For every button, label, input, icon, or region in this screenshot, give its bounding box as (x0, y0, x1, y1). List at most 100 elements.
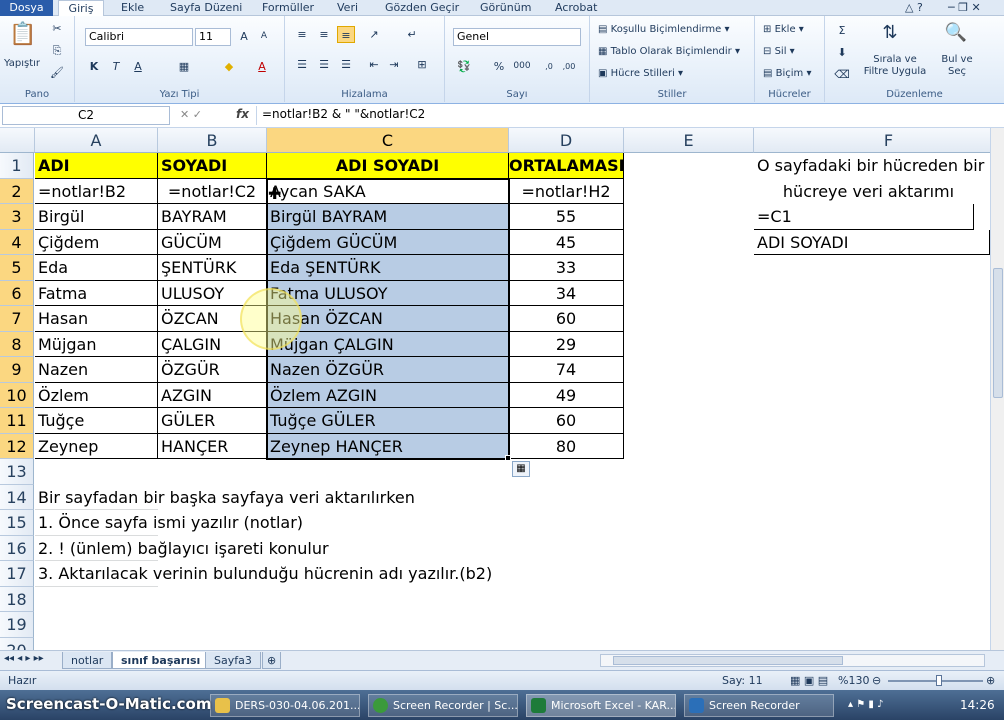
scroll-thumb[interactable] (993, 268, 1003, 398)
table-cell[interactable]: Hasan (35, 306, 158, 332)
delete-button[interactable]: ⊟ Sil ▾ (763, 46, 795, 58)
currency-icon[interactable]: 💱 (455, 58, 473, 75)
clear-icon[interactable]: ⌫ (833, 66, 851, 83)
decrease-indent-icon[interactable]: ⇤ (365, 56, 383, 73)
row-header[interactable]: 17 (0, 561, 34, 587)
italic-button[interactable]: T (107, 58, 125, 75)
insert-function-icon[interactable]: fx (236, 107, 249, 121)
zoom-out-icon[interactable]: ⊖ (872, 671, 881, 690)
active-cell[interactable]: Aycan SAKA (267, 178, 509, 204)
underline-button[interactable]: A (129, 58, 147, 75)
tab-veri[interactable]: Veri (337, 0, 358, 16)
table-cell[interactable]: AZGIN (158, 382, 267, 408)
table-cell[interactable]: Zeynep (35, 433, 158, 459)
row-header[interactable]: 7 (0, 306, 34, 332)
table-cell[interactable]: 74 (509, 357, 624, 383)
tab-gozden-gecir[interactable]: Gözden Geçir (385, 0, 459, 16)
formula-cell[interactable]: =notlar!C2 (158, 178, 267, 204)
align-right-icon[interactable]: ☰ (337, 56, 355, 73)
number-format-select[interactable]: Genel (453, 28, 581, 46)
table-cell[interactable]: 55 (509, 204, 624, 230)
note-text[interactable]: Bir sayfadan bir başka sayfaya veri akta… (35, 485, 415, 510)
row-header[interactable]: 6 (0, 280, 34, 306)
align-bottom-icon[interactable]: ≡ (337, 26, 355, 43)
taskbar-item[interactable]: Microsoft Excel - KAR... (526, 694, 676, 717)
table-cell[interactable]: Nazen (35, 357, 158, 383)
table-cell[interactable]: GÜCÜM (158, 229, 267, 255)
row-header[interactable]: 15 (0, 510, 34, 536)
table-cell[interactable]: BAYRAM (158, 204, 267, 230)
sheet-tab-notlar[interactable]: notlar (62, 652, 113, 669)
row-header[interactable]: 16 (0, 535, 34, 561)
taskbar-item[interactable]: Screen Recorder (684, 694, 834, 717)
tab-ekle[interactable]: Ekle (121, 0, 144, 16)
align-left-icon[interactable]: ☰ (293, 56, 311, 73)
table-cell[interactable]: 34 (509, 280, 624, 306)
table-cell[interactable]: Birgül BAYRAM (267, 204, 509, 230)
window-controls[interactable]: ─ ❐ ✕ (948, 0, 981, 16)
note-text[interactable]: O sayfadaki bir hücreden bir d (754, 153, 990, 179)
font-name-select[interactable]: Calibri (85, 28, 193, 46)
table-cell[interactable]: 49 (509, 382, 624, 408)
row-header[interactable]: 9 (0, 357, 34, 383)
formula-cancel-icon[interactable]: ✕ ✓ (180, 108, 202, 121)
format-button[interactable]: ▤ Biçim ▾ (763, 68, 812, 80)
formula-input[interactable]: =notlar!B2 & " "&notlar!C2 (256, 106, 986, 125)
header-cell[interactable]: ADI (35, 153, 158, 179)
shrink-font-icon[interactable]: A (255, 28, 273, 45)
row-header[interactable]: 1 (0, 153, 34, 179)
row-header[interactable]: 11 (0, 408, 34, 434)
row-header[interactable]: 18 (0, 586, 34, 612)
taskbar-item[interactable]: DERS-030-04.06.201... (210, 694, 360, 717)
align-top-icon[interactable]: ≡ (293, 26, 311, 43)
find-select-button[interactable]: Bul ve Seç (935, 54, 979, 78)
autosum-icon[interactable]: Σ (833, 22, 851, 39)
table-cell[interactable]: Müjgan (35, 331, 158, 357)
row-header[interactable]: 13 (0, 459, 34, 485)
note-text[interactable]: hücreye veri aktarımı (754, 179, 990, 205)
view-buttons[interactable]: ▦ ▣ ▤ (790, 671, 828, 690)
cell-styles-button[interactable]: ▣ Hücre Stilleri ▾ (598, 68, 683, 80)
row-header[interactable]: 10 (0, 382, 34, 408)
row-header[interactable]: 2 (0, 178, 34, 204)
tab-giris[interactable]: Giriş (58, 0, 104, 17)
table-cell[interactable]: 33 (509, 255, 624, 281)
conditional-format-button[interactable]: ▤ Koşullu Biçimlendirme ▾ (598, 24, 730, 36)
paste-button[interactable]: Yapıştır (4, 58, 40, 70)
tab-dosya[interactable]: Dosya (0, 0, 53, 16)
paste-icon[interactable]: 📋 (8, 20, 38, 50)
row-header[interactable]: 12 (0, 433, 34, 459)
table-cell[interactable]: HANÇER (158, 433, 267, 459)
taskbar-item[interactable]: Screen Recorder | Sc... (368, 694, 518, 717)
table-cell[interactable]: Tuğçe GÜLER (267, 408, 509, 434)
zoom-slider-thumb[interactable] (936, 675, 942, 686)
table-cell[interactable]: 29 (509, 331, 624, 357)
note-text[interactable]: 3. Aktarılacak verinin bulunduğu hücreni… (35, 561, 492, 587)
row-header[interactable]: 20 (0, 637, 34, 650)
table-cell[interactable]: Özlem AZGIN (267, 382, 509, 408)
table-cell[interactable]: Tuğçe (35, 408, 158, 434)
decrease-decimal-icon[interactable]: ,00 (560, 58, 578, 75)
table-cell[interactable]: 60 (509, 306, 624, 332)
grow-font-icon[interactable]: A (235, 28, 253, 45)
increase-decimal-icon[interactable]: ,0 (540, 58, 558, 75)
tab-formuller[interactable]: Formüller (262, 0, 314, 16)
side-cell[interactable]: =C1 (754, 204, 974, 230)
table-cell[interactable]: Birgül (35, 204, 158, 230)
table-cell[interactable]: 45 (509, 229, 624, 255)
note-text[interactable]: 2. ! (ünlem) bağlayıcı işareti konulur (35, 536, 329, 561)
border-icon[interactable]: ▦ (175, 58, 193, 75)
sheet-tab-sayfa3[interactable]: Sayfa3 (205, 652, 261, 669)
table-cell[interactable]: Fatma (35, 280, 158, 306)
font-color-icon[interactable]: A (253, 58, 271, 75)
h-scroll-thumb[interactable] (613, 656, 843, 665)
tab-acrobat[interactable]: Acrobat (555, 0, 597, 16)
sort-filter-icon[interactable]: ⇅ (877, 20, 903, 46)
row-header[interactable]: 5 (0, 255, 34, 281)
font-size-select[interactable]: 11 (195, 28, 231, 46)
row-header[interactable]: 4 (0, 229, 34, 255)
tab-sayfa-duzeni[interactable]: Sayfa Düzeni (170, 0, 242, 16)
zoom-in-icon[interactable]: ⊕ (986, 671, 995, 690)
merge-center-icon[interactable]: ⊞ (413, 56, 431, 73)
formula-cell[interactable]: =notlar!B2 (35, 178, 158, 204)
